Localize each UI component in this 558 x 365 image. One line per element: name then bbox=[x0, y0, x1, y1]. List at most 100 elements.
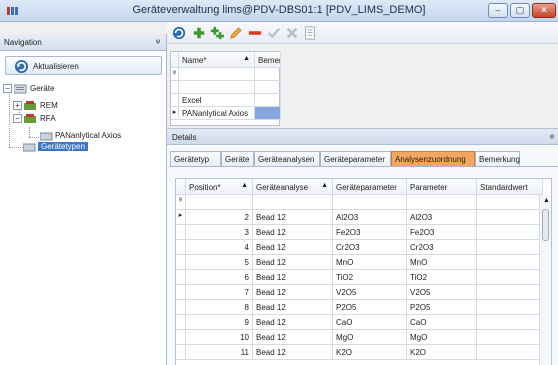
row-selector[interactable] bbox=[176, 285, 186, 300]
cell-standardwert[interactable] bbox=[477, 300, 543, 315]
current-row-indicator[interactable]: ▸ bbox=[171, 107, 179, 120]
filter-cell[interactable] bbox=[186, 195, 253, 210]
current-row-indicator[interactable]: ▸ bbox=[176, 210, 186, 225]
row-selector[interactable] bbox=[176, 345, 186, 360]
refresh-button[interactable]: Aktualisieren bbox=[5, 56, 162, 75]
cell-geraeteparameter[interactable]: K2O bbox=[333, 345, 407, 360]
cell-standardwert[interactable] bbox=[477, 345, 543, 360]
pin-icon[interactable]: ᵠ bbox=[156, 37, 160, 47]
cell-parameter[interactable]: CaO bbox=[407, 315, 477, 330]
cell-geraeteparameter[interactable]: MnO bbox=[333, 255, 407, 270]
tree-item-rem[interactable]: + REM bbox=[13, 100, 93, 112]
collapse-icon[interactable]: − bbox=[3, 84, 12, 93]
cell-standardwert[interactable] bbox=[477, 330, 543, 345]
collapse-icon[interactable]: − bbox=[13, 114, 22, 123]
filter-cell[interactable] bbox=[477, 195, 543, 210]
row-selector[interactable] bbox=[176, 300, 186, 315]
cell-geraeteanalyse[interactable]: Bead 12 bbox=[253, 345, 333, 360]
cell-standardwert[interactable] bbox=[477, 270, 543, 285]
cell-geraeteanalyse[interactable]: Bead 12 bbox=[253, 210, 333, 225]
row-selector[interactable] bbox=[171, 81, 179, 94]
tab-analysenzuordnung[interactable]: Analysenzuordnung bbox=[391, 151, 475, 166]
cell-standardwert[interactable] bbox=[477, 225, 543, 240]
tree-item-geraetetypen[interactable]: Gerätetypen bbox=[23, 141, 103, 153]
tab-geraeteanalysen[interactable]: Geräteanalysen bbox=[254, 151, 320, 166]
tree-item-geraete[interactable]: − Geräte bbox=[3, 83, 83, 95]
cell-geraeteparameter[interactable]: P2O5 bbox=[333, 300, 407, 315]
cell-position[interactable]: 3 bbox=[186, 225, 253, 240]
cell-parameter[interactable]: V2O5 bbox=[407, 285, 477, 300]
row-selector[interactable] bbox=[176, 240, 186, 255]
cell-geraeteparameter[interactable]: V2O5 bbox=[333, 285, 407, 300]
tab-bemerkung[interactable]: Bemerkung bbox=[475, 151, 520, 166]
filter-cell[interactable] bbox=[407, 195, 477, 210]
row-selector[interactable] bbox=[176, 270, 186, 285]
cancel-icon[interactable] bbox=[284, 26, 300, 40]
filter-cell-name[interactable] bbox=[179, 68, 255, 81]
filter-cell[interactable] bbox=[253, 195, 333, 210]
cell-standardwert[interactable] bbox=[477, 210, 543, 225]
cell-standardwert[interactable] bbox=[477, 240, 543, 255]
document-icon[interactable] bbox=[302, 26, 318, 40]
cell-name[interactable]: Excel bbox=[179, 94, 255, 107]
tree-item-rfa[interactable]: − RFA bbox=[13, 113, 93, 125]
column-header-bemerkung[interactable]: Bemerkung bbox=[255, 52, 281, 68]
pin-icon[interactable]: ᵠ bbox=[550, 132, 554, 142]
cell-standardwert[interactable] bbox=[477, 255, 543, 270]
cell-position[interactable]: 4 bbox=[186, 240, 253, 255]
cell-geraeteanalyse[interactable]: Bead 12 bbox=[253, 225, 333, 240]
column-header-name[interactable]: Name* ▲ bbox=[179, 52, 255, 68]
row-selector[interactable] bbox=[176, 255, 186, 270]
scroll-up-icon[interactable]: ▲ bbox=[543, 197, 550, 204]
tab-geraeteparameter[interactable]: Geräteparameter bbox=[320, 151, 391, 166]
row-selector[interactable] bbox=[176, 315, 186, 330]
cell-position[interactable]: 2 bbox=[186, 210, 253, 225]
cell-geraeteanalyse[interactable]: Bead 12 bbox=[253, 285, 333, 300]
cell-standardwert[interactable] bbox=[477, 315, 543, 330]
cell-position[interactable]: 5 bbox=[186, 255, 253, 270]
cell-parameter[interactable]: Al2O3 bbox=[407, 210, 477, 225]
cell-geraeteanalyse[interactable]: Bead 12 bbox=[253, 315, 333, 330]
cell-geraeteanalyse[interactable]: Bead 12 bbox=[253, 330, 333, 345]
minimize-button[interactable]: – bbox=[488, 3, 508, 18]
edit-icon[interactable] bbox=[228, 26, 244, 40]
cell-standardwert[interactable] bbox=[477, 285, 543, 300]
cell-name[interactable]: PANanlytical Axios bbox=[179, 107, 255, 120]
cell-geraeteanalyse[interactable]: Bead 12 bbox=[253, 240, 333, 255]
column-header-geraeteparameter[interactable]: Geräteparameter bbox=[333, 179, 407, 195]
add-icon[interactable] bbox=[191, 26, 207, 40]
cell-geraeteparameter[interactable]: TiO2 bbox=[333, 270, 407, 285]
expand-icon[interactable]: + bbox=[13, 101, 22, 110]
cell-position[interactable]: 11 bbox=[186, 345, 253, 360]
cell-position[interactable]: 10 bbox=[186, 330, 253, 345]
cell-parameter[interactable]: MgO bbox=[407, 330, 477, 345]
row-selector[interactable] bbox=[171, 94, 179, 107]
add-multiple-icon[interactable] bbox=[209, 26, 225, 40]
cell-geraeteanalyse[interactable]: Bead 12 bbox=[253, 255, 333, 270]
cell-geraeteparameter[interactable]: MgO bbox=[333, 330, 407, 345]
close-button[interactable]: ✕ bbox=[532, 3, 556, 18]
cell-geraeteparameter[interactable]: Al2O3 bbox=[333, 210, 407, 225]
cell-geraeteparameter[interactable]: Cr2O3 bbox=[333, 240, 407, 255]
cell-parameter[interactable]: P2O5 bbox=[407, 300, 477, 315]
cell-position[interactable]: 8 bbox=[186, 300, 253, 315]
column-header-geraeteanalyse[interactable]: Geräteanalyse ▲ bbox=[253, 179, 333, 195]
cell-position[interactable]: 7 bbox=[186, 285, 253, 300]
cell-geraeteparameter[interactable]: Fe2O3 bbox=[333, 225, 407, 240]
scrollbar-thumb[interactable] bbox=[542, 209, 549, 241]
cell-parameter[interactable]: TiO2 bbox=[407, 270, 477, 285]
cell-parameter[interactable]: MnO bbox=[407, 255, 477, 270]
maximize-button[interactable]: ▢ bbox=[510, 3, 530, 18]
row-selector[interactable] bbox=[176, 330, 186, 345]
tab-geraetetyp[interactable]: Gerätetyp bbox=[170, 151, 221, 166]
cell-geraeteanalyse[interactable]: Bead 12 bbox=[253, 270, 333, 285]
cell-parameter[interactable]: Cr2O3 bbox=[407, 240, 477, 255]
column-header-parameter[interactable]: Parameter bbox=[407, 179, 477, 195]
cell-parameter[interactable]: K2O bbox=[407, 345, 477, 360]
cell-position[interactable]: 9 bbox=[186, 315, 253, 330]
cell-geraeteparameter[interactable]: CaO bbox=[333, 315, 407, 330]
confirm-icon[interactable] bbox=[266, 26, 282, 40]
cell-parameter[interactable]: Fe2O3 bbox=[407, 225, 477, 240]
cell-position[interactable]: 6 bbox=[186, 270, 253, 285]
cell-bemerkung[interactable] bbox=[255, 94, 281, 107]
